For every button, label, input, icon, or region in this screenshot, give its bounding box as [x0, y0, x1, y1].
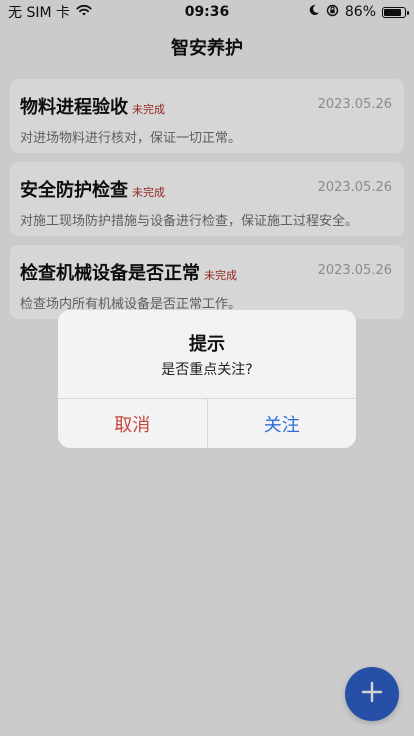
- dialog-message: 是否重点关注?: [161, 362, 253, 378]
- cancel-button[interactable]: 取消: [58, 399, 208, 448]
- confirm-dialog: 提示 是否重点关注? 取消 关注: [58, 310, 356, 448]
- follow-button[interactable]: 关注: [208, 399, 357, 448]
- dialog-title: 提示: [189, 334, 225, 355]
- app-screen: 无 SIM 卡 09:36 86% 智安养护 物料进程验收 未完成 2023.0…: [0, 0, 414, 736]
- dialog-actions: 取消 关注: [58, 399, 356, 448]
